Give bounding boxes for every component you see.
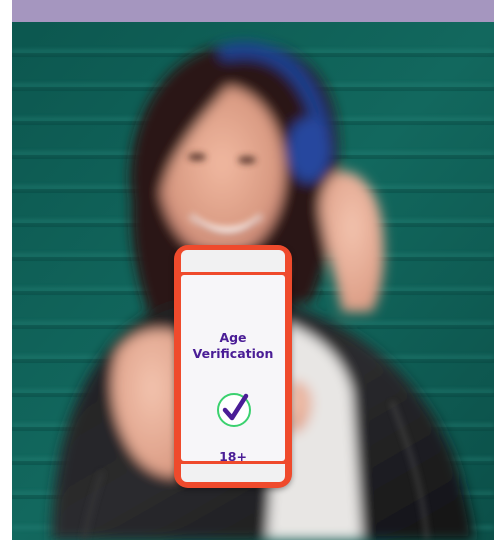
- image-frame: Age Verification 18+: [0, 0, 502, 540]
- phone-bottom-bezel: [181, 464, 285, 482]
- phone-top-bezel: [181, 250, 285, 272]
- title-line-1: Age: [219, 330, 247, 345]
- phone-screen: Age Verification 18+: [181, 275, 285, 461]
- photo: Age Verification 18+: [12, 22, 494, 540]
- check-circle-icon: [214, 390, 254, 430]
- title-line-2: Verification: [192, 346, 274, 361]
- header-band: [12, 0, 494, 22]
- age-label: 18+: [219, 449, 247, 461]
- smartphone: Age Verification 18+: [174, 245, 292, 488]
- verification-title: Age Verification: [181, 330, 285, 362]
